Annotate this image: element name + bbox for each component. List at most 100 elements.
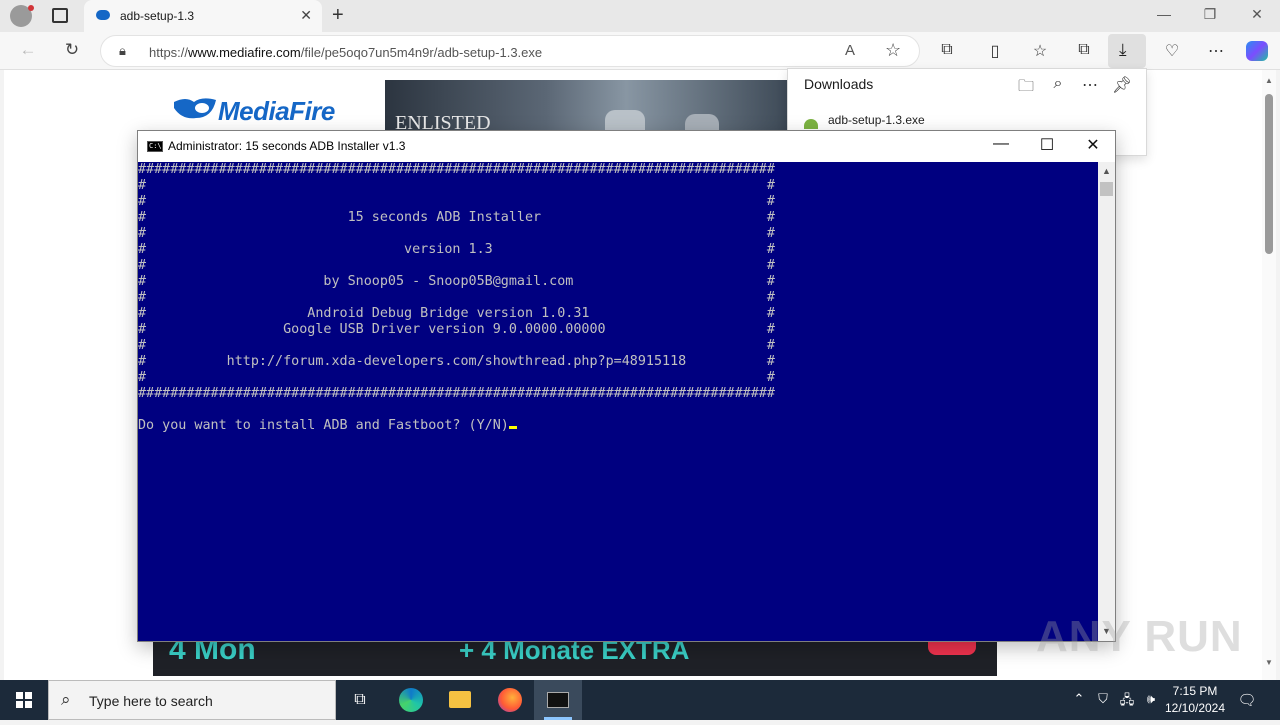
console-close-icon[interactable]: ✕ <box>1070 135 1116 155</box>
start-button[interactable] <box>0 680 48 720</box>
browser-essentials-icon[interactable]: ♡ <box>1158 41 1186 61</box>
tab-close-icon[interactable]: ✕ <box>300 7 312 24</box>
copilot-icon[interactable] <box>1246 41 1268 61</box>
back-icon[interactable]: ← <box>16 40 40 60</box>
tab-actions-icon[interactable] <box>52 8 68 23</box>
console-line: # version 1.3 # <box>138 242 775 257</box>
collections-icon[interactable]: ⧉ <box>1070 41 1098 59</box>
favorite-star-icon[interactable]: ☆ <box>885 40 901 61</box>
refresh-icon[interactable]: ↻ <box>60 40 84 60</box>
console-maximize-icon[interactable]: ☐ <box>1024 135 1070 155</box>
console-title: Administrator: 15 seconds ADB Installer … <box>168 139 406 153</box>
console-line: # by Snoop05 - Snoop05B@gmail.com # <box>138 274 775 289</box>
console-line: # Android Debug Bridge version 1.0.31 # <box>138 306 775 321</box>
download-file-name[interactable]: adb-setup-1.3.exe <box>828 113 925 127</box>
mediafire-flame-icon <box>172 94 218 122</box>
browser-restore-icon[interactable]: ❐ <box>1190 6 1230 23</box>
console-minimize-icon[interactable]: — <box>978 135 1024 153</box>
scroll-down-icon[interactable]: ▼ <box>1265 658 1273 667</box>
volume-tray-icon[interactable]: 🕪︎ <box>1140 691 1162 707</box>
cmd-taskbar-icon[interactable] <box>534 680 582 720</box>
page-scrollbar-thumb[interactable] <box>1265 94 1273 254</box>
download-arrow-icon: ⤓ <box>1119 40 1127 59</box>
downloads-button[interactable]: ⤓ <box>1108 34 1146 68</box>
cmd-taskbar-glyph-icon <box>547 692 569 708</box>
taskbar-search-placeholder: Type here to search <box>89 693 213 709</box>
pin-icon[interactable]: 📌︎ <box>1110 75 1134 95</box>
clock-time: 7:15 PM <box>1172 684 1218 698</box>
file-explorer-icon[interactable] <box>436 680 484 720</box>
browser-minimize-icon[interactable]: — <box>1144 6 1184 22</box>
security-tray-icon[interactable]: ⛉ <box>1092 691 1114 707</box>
mediafire-favicon-icon <box>96 10 110 20</box>
console-scrollbar[interactable]: ▲ ▼ <box>1098 162 1115 641</box>
android-file-icon <box>804 119 818 129</box>
mediafire-logo[interactable]: MediaFire <box>172 92 335 127</box>
edge-taskbar-icon[interactable] <box>386 680 434 720</box>
taskbar-clock[interactable]: 7:15 PM 12/10/2024 <box>1160 683 1230 717</box>
url-scheme: https:// <box>149 45 189 60</box>
downloads-title: Downloads <box>804 76 874 92</box>
console-line: # 15 seconds ADB Installer # <box>138 210 775 225</box>
console-titlebar[interactable]: C:\ Administrator: 15 seconds ADB Instal… <box>138 131 1115 162</box>
tab-adb-setup[interactable]: adb-setup-1.3 ✕ <box>84 0 322 32</box>
windows-logo-icon <box>16 692 32 708</box>
taskbar-search-icon: ⌕ <box>61 690 71 709</box>
extensions-icon[interactable]: ⧉ <box>933 41 961 59</box>
console-line: # # <box>138 178 775 193</box>
browser-tab-strip: adb-setup-1.3 ✕ + — ❐ ✕ <box>0 0 1280 32</box>
lock-icon[interactable]: 🔒︎ <box>119 43 126 59</box>
anyrun-watermark: ANY RUN <box>1036 612 1243 661</box>
browser-close-icon[interactable]: ✕ <box>1237 6 1277 23</box>
console-line: ########################################… <box>138 162 775 177</box>
profile-notification-dot <box>28 5 34 11</box>
open-folder-icon[interactable]: 🗀︎ <box>1014 75 1038 102</box>
more-menu-icon[interactable]: ⋯ <box>1202 41 1230 61</box>
console-text: ########################################… <box>138 162 775 434</box>
clock-date: 12/10/2024 <box>1164 701 1226 715</box>
new-tab-icon[interactable]: + <box>332 4 344 27</box>
network-tray-icon[interactable]: 🖧︎ <box>1116 691 1138 713</box>
console-window[interactable]: C:\ Administrator: 15 seconds ADB Instal… <box>137 130 1116 642</box>
cmd-icon: C:\ <box>147 141 163 152</box>
url-host: www.mediafire.com <box>188 45 301 60</box>
firefox-taskbar-icon[interactable] <box>486 680 534 720</box>
favorites-icon[interactable]: ☆ <box>1026 41 1054 61</box>
show-hidden-icons-icon[interactable]: ⌃ <box>1068 691 1090 707</box>
browser-toolbar: ← ↻ 🔒︎ https://www.mediafire.com/file/pe… <box>0 32 1280 70</box>
url-text: https://www.mediafire.com/file/pe5oqo7un… <box>149 45 542 60</box>
console-scrollbar-thumb[interactable] <box>1100 182 1113 196</box>
downloads-more-icon[interactable]: ⋯ <box>1078 75 1102 95</box>
url-path: /file/pe5oqo7un5m4n9r/adb-setup-1.3.exe <box>300 45 543 60</box>
mediafire-logo-text: MediaFire <box>218 96 335 126</box>
read-aloud-icon[interactable]: A <box>845 42 855 59</box>
console-line: # Google USB Driver version 9.0.0000.000… <box>138 322 775 337</box>
console-output[interactable]: ########################################… <box>138 162 1098 641</box>
console-line: # # <box>138 338 775 353</box>
taskbar: ⌕ Type here to search ⧉ ⌃ ⛉ 🖧︎ 🕪︎ 7:15 P… <box>0 680 1280 720</box>
console-line: # # <box>138 370 775 385</box>
taskbar-search-box[interactable]: ⌕ Type here to search <box>48 680 336 720</box>
console-line: # http://forum.xda-developers.com/showth… <box>138 354 775 369</box>
address-bar[interactable]: 🔒︎ https://www.mediafire.com/file/pe5oqo… <box>100 35 920 67</box>
search-downloads-icon[interactable]: ⌕ <box>1046 75 1070 93</box>
console-line: Do you want to install ADB and Fastboot?… <box>138 418 775 434</box>
console-line: ########################################… <box>138 386 775 401</box>
console-line: # # <box>138 194 775 209</box>
firefox-logo-icon <box>498 688 522 712</box>
ad-banner-top[interactable]: ENLISTED <box>385 80 787 136</box>
console-scroll-up-icon[interactable]: ▲ <box>1098 166 1115 176</box>
page-scrollbar[interactable]: ▲ ▼ <box>1262 70 1276 680</box>
text-cursor <box>508 426 517 429</box>
edge-logo-icon <box>399 688 423 712</box>
notifications-icon[interactable]: 🗨︎ <box>1236 691 1258 709</box>
console-line: # # <box>138 226 775 241</box>
console-line: # # <box>138 290 775 305</box>
folder-icon <box>449 691 471 708</box>
scroll-up-icon[interactable]: ▲ <box>1265 76 1273 85</box>
tab-title: adb-setup-1.3 <box>120 9 195 23</box>
split-screen-icon[interactable]: ▯ <box>981 41 1009 61</box>
console-line: # # <box>138 258 775 273</box>
task-view-icon[interactable]: ⧉ <box>336 680 384 720</box>
